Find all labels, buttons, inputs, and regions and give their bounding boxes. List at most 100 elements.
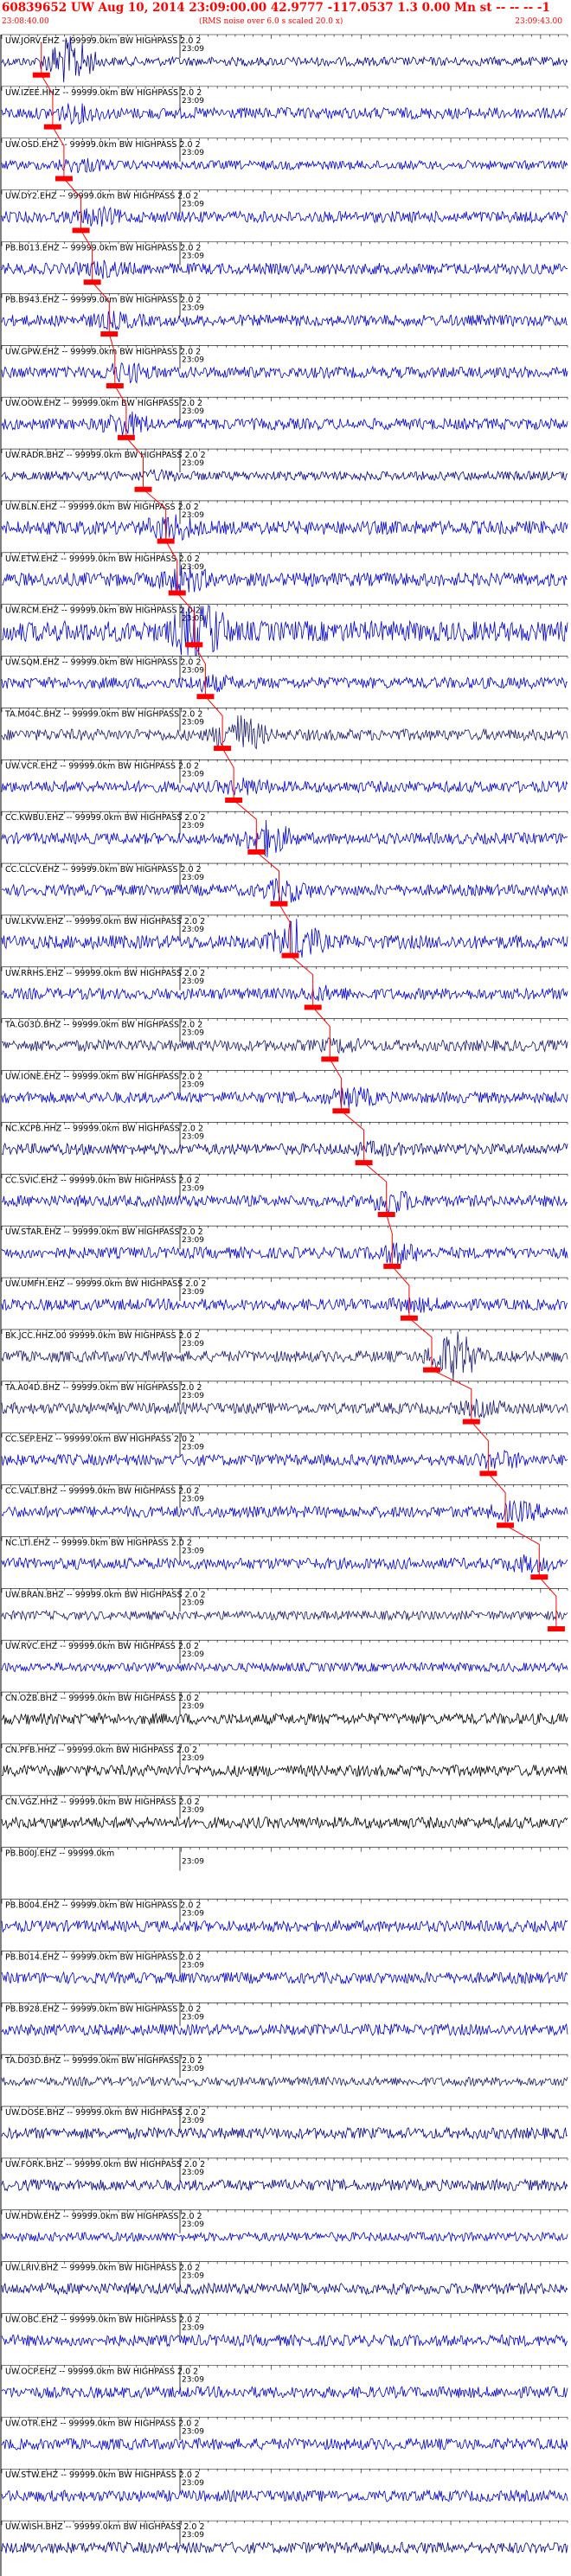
time-tick-label: 23:09 [182,1754,204,1763]
waveform [1,2075,568,2088]
time-tick-label: 23:09 [182,874,204,882]
trace-row: PB.B013.EHZ -- 99999.0km BW HIGHPASS 2.0… [1,241,568,285]
waveform [1,878,568,905]
trace-row: PB.B928.EHZ -- 99999.0km BW HIGHPASS 2.0… [1,2002,568,2037]
trace-row: UW.FORK.BHZ -- 99999.0km BW HIGHPASS 2.0… [1,2157,568,2193]
waveform [1,514,568,541]
trace-row: PB.B004.EHZ -- 99999.0km BW HIGHPASS 2.0… [1,1899,568,1933]
trace-row: TA.D03D.BHZ -- 99999.0km BW HIGHPASS 2.0… [1,2054,568,2088]
trace-row: UW.DOSE.BHZ -- 99999.0km BW HIGHPASS 2.0… [1,2105,568,2140]
trace-row: CC.VALT.BHZ -- 99999.0km BW HIGHPASS 2.0… [1,1484,568,1528]
waveform [1,2178,568,2193]
waveform [1,1764,568,1778]
waveform [1,362,568,384]
time-tick-label: 23:09 [182,718,204,727]
time-tick-label: 23:09 [182,770,204,779]
waveform [1,1139,568,1157]
trace-row: UW.IZEE.HHZ -- 99999.0km BW HIGHPASS 2.0… [1,86,568,130]
trace-label: UW.OCP.EHZ -- 99999.0km BW HIGHPASS 2.0 … [5,2367,198,2376]
waveform [1,2437,568,2451]
waveform [1,411,568,436]
time-tick-label: 23:09 [182,1910,204,1919]
trace-label: UW.JORV.EHZ -- 99999.0km BW HIGHPASS 2.0… [5,36,201,46]
waveform [1,311,568,330]
time-tick-label: 23:09 [182,1029,204,1038]
trace-label: TA.G03D.BHZ -- 99999.0km BW HIGHPASS 2.0… [4,1021,202,1030]
waveform [1,468,568,483]
trace-row: TA.G03D.BHZ -- 99999.0km BW HIGHPASS 2.0… [1,1018,568,1062]
time-tick-label: 23:09 [182,563,204,572]
trace-label: UW.BRAN.BHZ -- 99999.0km BW HIGHPASS 2.0… [5,1590,206,1599]
time-tick-label: 23:09 [182,511,204,520]
trace-label: PB.B928.EHZ -- 99999.0km BW HIGHPASS 2.0… [5,2004,201,2014]
time-tick-label: 23:09 [182,2427,204,2436]
time-tick-label: 23:09 [182,1236,204,1245]
waveform [1,1816,568,1829]
trace-label: BK.JCC.HHZ.00 99999.0km BW HIGHPASS 2.0 … [5,1331,200,1341]
time-tick-label: 23:09 [182,2013,204,2022]
trace-row: UW.OTR.EHZ -- 99999.0km BW HIGHPASS 2.0 … [1,2417,568,2451]
waveform [1,1609,568,1622]
trace-label: TA.D03D.BHZ -- 99999.0km BW HIGHPASS 2.0… [4,2056,202,2066]
time-tick-label: 23:09 [182,1961,204,1970]
waveform [1,1919,568,1933]
trace-label: NC.KCPB.HHZ -- 99999.0km BW HIGHPASS 2.0… [5,1124,203,1133]
time-tick-label: 23:09 [182,2169,204,2177]
waveform [1,157,568,174]
trace-label: UW.ETW.EHZ -- 99999.0km BW HIGHPASS 2.0 … [5,554,200,564]
trace-label: CN.VGZ.HHZ -- 99999.0km BW HIGHPASS 2.0 … [5,1797,200,1807]
trace-label: UW.HDW.EHZ -- 99999.0km BW HIGHPASS 2.0 … [5,2212,202,2221]
time-tick-label: 23:09 [182,407,204,416]
time-tick-label: 23:09 [182,1132,204,1141]
time-tick-label: 23:09 [182,667,204,676]
waveform [1,2282,568,2296]
trace-row: UW.HDW.EHZ -- 99999.0km BW HIGHPASS 2.0 … [1,2209,568,2243]
waveform [1,1970,568,1985]
trace-row: PB.B00J.EHZ -- 99999.0km 23:09 [1,1847,568,1871]
trace-row: CC.SVIC.EHZ -- 99999.0km BW HIGHPASS 2.0… [1,1174,568,1218]
trace-label: PB.B004.EHZ -- 99999.0km BW HIGHPASS 2.0… [5,1901,201,1911]
trace-row: UW.ETW.EHZ -- 99999.0km BW HIGHPASS 2.0 … [1,552,568,596]
waveform [1,1398,568,1419]
time-tick-label: 23:09 [182,1496,204,1504]
trace-label: UW.RVC.EHZ -- 99999.0km BW HIGHPASS 2.0 … [5,1642,199,1651]
time-tick-label: 23:09 [182,2065,204,2073]
time-tick-label: 23:09 [182,1806,204,1815]
time-tick-label: 23:09 [182,926,204,934]
time-tick-label: 23:09 [182,2117,204,2125]
waveform [1,1242,568,1265]
time-tick-label: 23:09 [182,2324,204,2333]
waveform [1,1661,568,1673]
waveform [1,984,568,1002]
waveform [1,1499,568,1522]
time-tick-label: 23:09 [182,2531,204,2540]
waveform [1,2022,568,2037]
time-tick-label: 23:09 [182,1547,204,1555]
time-tick-label: 23:09 [182,2272,204,2281]
trace-row: UW.RADR.BHZ -- 99999.0km BW HIGHPASS 2.0… [1,448,568,492]
trace-label: UW.FORK.BHZ -- 99999.0km BW HIGHPASS 2.0… [5,2160,205,2169]
waveform [1,2489,568,2502]
trace-row: NC.LTI.EHZ -- 99999.0km BW HIGHPASS 2.0 … [1,1536,568,1580]
waveform [1,1190,568,1214]
waveform [1,2231,568,2243]
trace-row: TA.A04D.BHZ -- 99999.0km BW HIGHPASS 2.0… [1,1381,568,1425]
trace-label: UW.UMFH.EHZ -- 99999.0km BW HIGHPASS 2.0… [5,1279,206,1289]
trace-label: CC.SVIC.EHZ -- 99999.0km BW HIGHPASS 2.0… [5,1176,200,1185]
time-tick-label: 23:09 [182,977,204,986]
trace-label: UW.OSD.EHZ -- 99999.0km BW HIGHPASS 2.0 … [5,140,201,150]
trace-label: UW.DOSE.BHZ -- 99999.0km BW HIGHPASS 2.0… [5,2108,206,2118]
trace-label: PB.B943.EHZ -- 99999.0km BW HIGHPASS 2.0… [5,295,201,304]
trace-label: UW.GPW.EHZ -- 99999.0km BW HIGHPASS 2.0 … [5,347,201,356]
trace-row: UW.RVC.EHZ -- 99999.0km BW HIGHPASS 2.0 … [1,1639,568,1673]
trace-label: UW.RADR.BHZ -- 99999.0km BW HIGHPASS 2.0… [5,451,206,460]
trace-row: UW.BRAN.BHZ -- 99999.0km BW HIGHPASS 2.0… [1,1588,568,1632]
trace-row: UW.VCR.EHZ -- 99999.0km BW HIGHPASS 2.0 … [1,759,568,803]
trace-row: UW.IONE.EHZ -- 99999.0km BW HIGHPASS 2.0… [1,1070,568,1114]
time-tick-label: 23:09 [182,822,204,830]
waveform [1,2385,568,2400]
waveform [1,1554,568,1573]
trace-row: UW.OBC.EHZ -- 99999.0km BW HIGHPASS 2.0 … [1,2313,568,2348]
waveform [1,1712,568,1727]
waveform [1,714,568,750]
